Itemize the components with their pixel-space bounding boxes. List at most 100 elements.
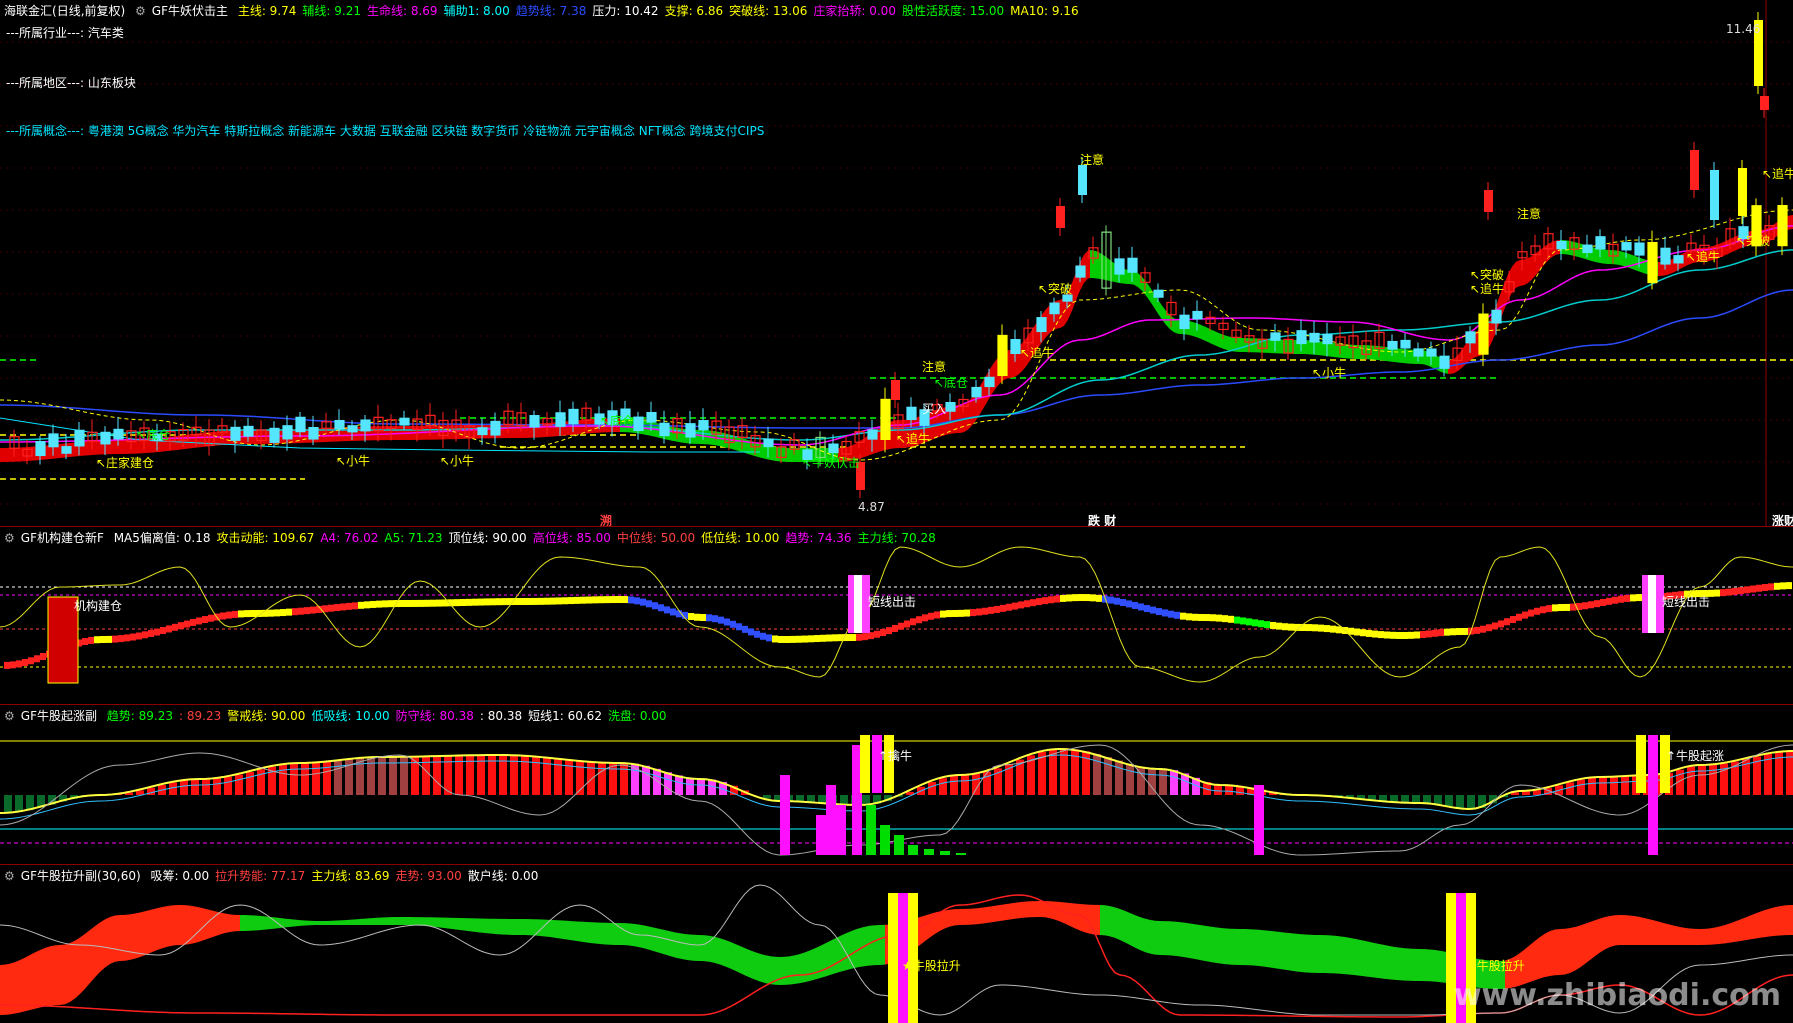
candlestick-chart[interactable] — [0, 0, 1793, 527]
trend-band — [1788, 215, 1792, 230]
gear-icon[interactable]: ⚙ — [4, 709, 15, 723]
trend-block — [784, 635, 790, 643]
bull-start-pane[interactable]: ⚙ GF牛股起涨副 趋势: 89.23: 89.23 警戒线: 90.00 低吸线: … — [0, 705, 1793, 865]
trend-band — [378, 426, 382, 441]
trend-block — [724, 618, 730, 626]
rise-band — [450, 917, 455, 930]
rise-band — [415, 917, 420, 926]
trend-block — [310, 606, 316, 614]
rise-band — [1725, 923, 1730, 944]
rise-band — [250, 915, 255, 931]
rise-band — [125, 914, 130, 961]
param-value: MA10: 9.16 — [1010, 4, 1079, 18]
rise-band — [1265, 930, 1270, 968]
trend-band — [188, 434, 192, 449]
rise-band — [195, 906, 200, 943]
trend-block — [436, 599, 442, 607]
trend-band — [224, 430, 228, 445]
trend-block — [1324, 625, 1330, 633]
trend-block — [376, 600, 382, 608]
trend-block — [742, 625, 748, 633]
trend-block — [1024, 600, 1030, 608]
indicator-name[interactable]: GF牛妖伏击主 — [152, 4, 228, 18]
rise-band — [1430, 949, 1435, 982]
signal-annotation: 短线出击 — [868, 595, 917, 609]
rise-band — [595, 922, 600, 945]
candle — [35, 441, 46, 457]
bull-rise-pane[interactable]: ⚙ GF牛股拉升副(30,60) 吸筹: 0.00 拉升势能: 77.17 主力线: … — [0, 865, 1793, 1023]
candle — [1114, 258, 1125, 275]
trend-block — [208, 614, 214, 622]
indicator-name[interactable]: GF机构建仓新F — [21, 531, 104, 545]
trend-block — [1168, 610, 1174, 618]
rise-band — [875, 925, 880, 966]
main-chart-pane[interactable]: 海联金汇(日线,前复权) ⚙ GF牛妖伏击主 主线: 9.74 辅线: 9.21 生命… — [0, 0, 1793, 527]
trend-block — [298, 607, 304, 615]
rise-band — [525, 919, 530, 936]
trend-block — [1576, 603, 1582, 611]
rise-band — [980, 907, 985, 924]
indicator-name[interactable]: GF牛股拉升副(30,60) — [21, 869, 141, 883]
trend-block — [640, 598, 646, 606]
institution-chart[interactable] — [0, 527, 1793, 705]
trend-line — [0, 289, 1793, 429]
rise-band — [725, 939, 730, 969]
rise-band — [990, 905, 995, 923]
rise-band — [1100, 905, 1105, 936]
candle — [1056, 206, 1065, 228]
trend-block — [100, 636, 106, 643]
bull-start-chart[interactable] — [0, 705, 1793, 865]
rise-band — [505, 918, 510, 935]
gear-icon[interactable]: ⚙ — [4, 531, 15, 545]
trend-block — [1606, 597, 1612, 605]
trend-block — [556, 597, 562, 605]
trend-block — [1132, 601, 1138, 609]
candle — [1478, 313, 1489, 355]
trend-band — [1192, 321, 1196, 337]
param-value: 洗盘: 0.00 — [607, 709, 667, 723]
trend-block — [1408, 631, 1414, 639]
rise-band — [790, 955, 795, 985]
trend-block — [304, 607, 310, 615]
trend-block — [796, 635, 802, 643]
bar — [1599, 777, 1607, 795]
trend-band — [1328, 342, 1332, 357]
trend-block — [940, 610, 946, 618]
param-value: 辅助1: 8.00 — [443, 4, 510, 18]
rise-band — [55, 945, 60, 1006]
trend-block — [604, 596, 610, 604]
candle — [867, 429, 878, 440]
gear-icon[interactable]: ⚙ — [135, 4, 146, 18]
trend-block — [430, 599, 436, 607]
trend-block — [532, 597, 538, 605]
trend-band — [1400, 348, 1404, 364]
indicator-name[interactable]: GF牛股起涨副 — [21, 709, 97, 723]
rise-band — [315, 920, 320, 926]
candle — [828, 443, 839, 454]
bar — [1698, 765, 1706, 795]
bar — [928, 781, 936, 795]
rise-band — [1280, 932, 1285, 970]
candle — [1426, 348, 1437, 357]
candle — [360, 419, 371, 432]
trend-band — [1158, 299, 1162, 320]
param-value: 庄家抬轿: 0.00 — [813, 4, 896, 18]
trend-block — [628, 596, 634, 604]
rise-band — [795, 953, 800, 984]
candle — [1036, 317, 1047, 333]
institution-pane[interactable]: ⚙ GF机构建仓新F MA5偏离值: 0.18 攻击动能: 109.67 A4: 76… — [0, 527, 1793, 705]
stock-name[interactable]: 海联金汇 — [4, 4, 52, 18]
rise-band — [1745, 915, 1750, 941]
trend-block — [1204, 614, 1210, 622]
rise-band — [410, 917, 415, 926]
rise-band — [290, 919, 295, 927]
bar — [1566, 782, 1574, 795]
rise-band — [845, 931, 850, 971]
trend-block — [1270, 621, 1276, 629]
trend-block — [1492, 622, 1498, 630]
indicator-params: 主线: 9.74 辅线: 9.21 生命线: 8.69 辅助1: 8.00 趋势线: 7… — [238, 4, 1085, 18]
trend-block — [268, 609, 274, 617]
rise-band — [850, 929, 855, 970]
gear-icon[interactable]: ⚙ — [4, 869, 15, 883]
trend-block — [1546, 605, 1552, 613]
